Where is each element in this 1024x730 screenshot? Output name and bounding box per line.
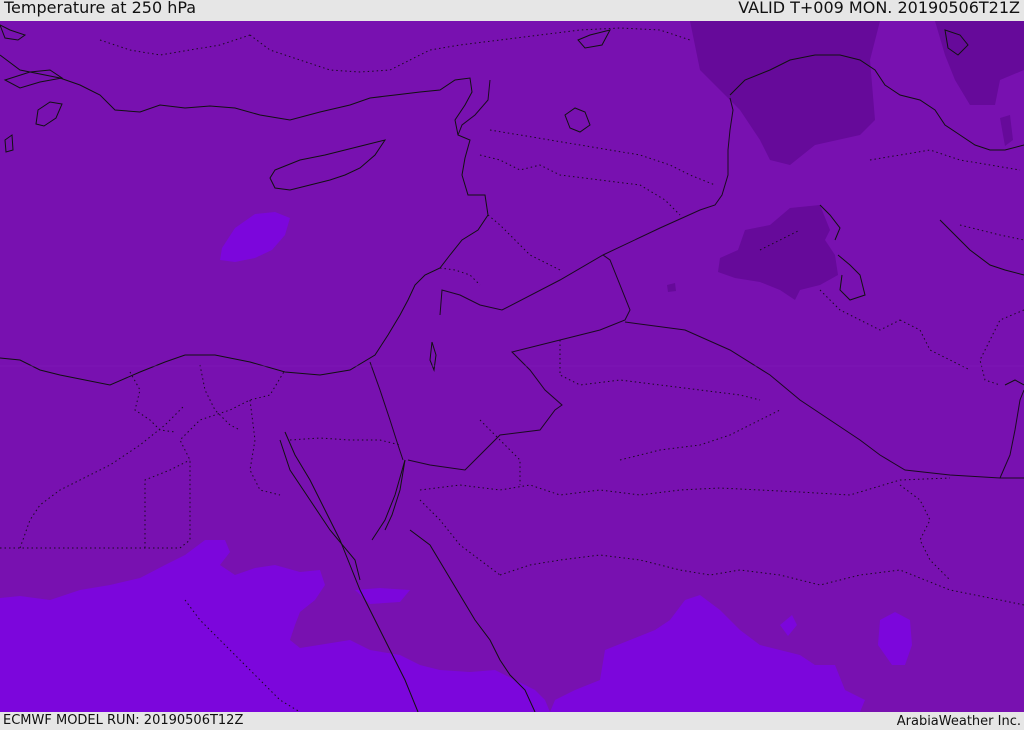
map-canvas <box>0 21 1024 712</box>
valid-time: VALID T+009 MON. 20190506T21Z <box>738 0 1020 17</box>
map-title: Temperature at 250 hPa <box>4 0 197 17</box>
footer-bar: ECMWF MODEL RUN: 20190506T12Z ArabiaWeat… <box>0 712 1024 729</box>
map-panel[interactable] <box>0 21 1024 712</box>
model-run-label: ECMWF MODEL RUN: 20190506T12Z <box>3 713 244 728</box>
credit-label: ArabiaWeather Inc. <box>896 714 1021 729</box>
header-bar: Temperature at 250 hPa VALID T+009 MON. … <box>0 0 1024 21</box>
